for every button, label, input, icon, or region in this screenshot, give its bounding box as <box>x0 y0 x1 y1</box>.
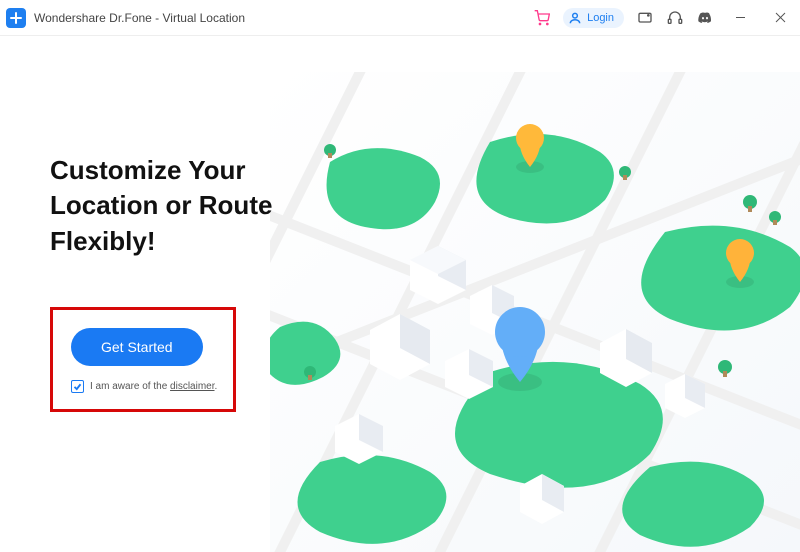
map-illustration <box>270 72 800 552</box>
titlebar-right: Login <box>533 4 794 32</box>
disclaimer-checkbox[interactable] <box>71 380 84 393</box>
get-started-button[interactable]: Get Started <box>71 328 203 366</box>
headset-icon[interactable] <box>666 9 684 27</box>
page-heading: Customize Your Location or Route Flexibl… <box>50 153 300 258</box>
login-label: Login <box>587 12 614 24</box>
app-title: Wondershare Dr.Fone - Virtual Location <box>34 11 245 25</box>
disclaimer-row: I am aware of the disclaimer. <box>71 380 211 393</box>
close-button[interactable] <box>766 4 794 32</box>
user-icon <box>567 10 583 26</box>
minimize-button[interactable] <box>726 4 754 32</box>
heading-line: Customize Your <box>50 155 246 185</box>
screen-icon[interactable] <box>636 9 654 27</box>
left-panel: Customize Your Location or Route Flexibl… <box>0 36 300 529</box>
cta-highlight-box: Get Started I am aware of the disclaimer… <box>50 307 236 412</box>
titlebar-left: Wondershare Dr.Fone - Virtual Location <box>6 8 245 28</box>
disclaimer-prefix: I am aware of the <box>90 381 170 392</box>
pin-blue <box>495 307 545 391</box>
titlebar: Wondershare Dr.Fone - Virtual Location L… <box>0 0 800 36</box>
disclaimer-link[interactable]: disclaimer <box>170 381 214 392</box>
disclaimer-suffix: . <box>215 381 218 392</box>
login-button[interactable]: Login <box>563 8 624 28</box>
discord-icon[interactable] <box>696 9 714 27</box>
cart-icon[interactable] <box>533 9 551 27</box>
content-area: Customize Your Location or Route Flexibl… <box>0 36 800 529</box>
disclaimer-text: I am aware of the disclaimer. <box>90 381 217 392</box>
heading-line: Flexibly! <box>50 226 155 256</box>
heading-line: Location or Route <box>50 190 272 220</box>
app-logo <box>6 8 26 28</box>
